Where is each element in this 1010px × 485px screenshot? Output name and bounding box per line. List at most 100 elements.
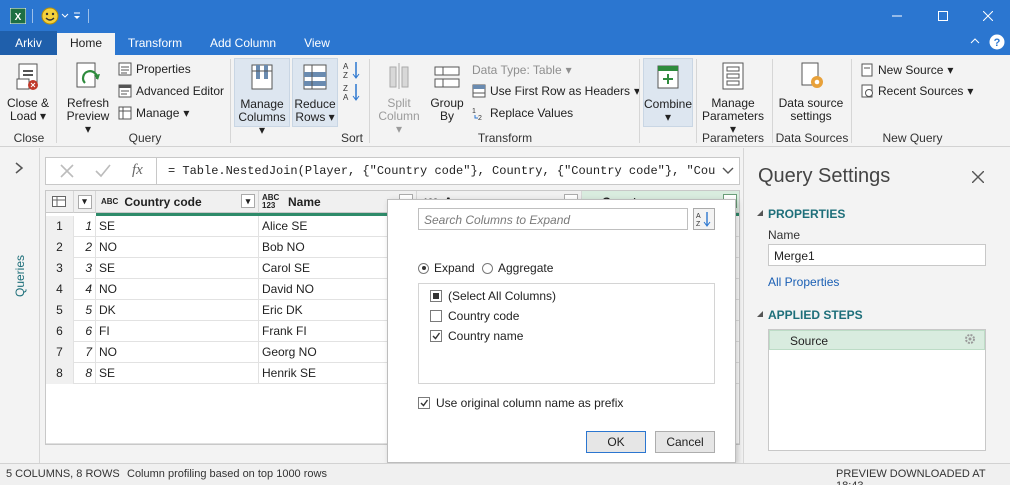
cell-country-code[interactable]: NO bbox=[96, 237, 259, 258]
properties-button[interactable]: Properties bbox=[118, 62, 191, 76]
combine-button[interactable]: Combine ▾ bbox=[643, 58, 693, 127]
tab-home[interactable]: Home bbox=[57, 33, 115, 55]
column-header-country-code[interactable]: ABC Country code ▾ bbox=[96, 191, 259, 213]
cell-country-code[interactable]: SE bbox=[96, 258, 259, 279]
table-menu-dropdown[interactable]: ▾ bbox=[74, 191, 96, 213]
close-load-button[interactable]: Close & Load ▾ bbox=[4, 61, 52, 127]
properties-collapse-icon[interactable] bbox=[756, 209, 764, 217]
cell-country-code[interactable]: SE bbox=[96, 363, 259, 384]
smiley-icon[interactable] bbox=[40, 0, 60, 31]
cell-country-code[interactable]: NO bbox=[96, 279, 259, 300]
separator bbox=[369, 59, 370, 143]
use-first-row-headers-button[interactable]: Use First Row as Headers ▾ bbox=[472, 84, 640, 98]
close-query-settings-icon[interactable] bbox=[972, 171, 984, 183]
formula-bar: fx = Table.NestedJoin(Player, {"Country … bbox=[45, 157, 740, 185]
advanced-editor-button[interactable]: Advanced Editor bbox=[118, 84, 224, 98]
checklist-checkbox[interactable] bbox=[430, 310, 442, 322]
smiley-dropdown-icon[interactable] bbox=[60, 0, 70, 31]
excel-icon[interactable]: X bbox=[8, 0, 28, 31]
queries-pane-label[interactable]: Queries bbox=[6, 236, 34, 316]
svg-text:Z: Z bbox=[343, 71, 348, 79]
sort-ascending-icon[interactable]: AZ bbox=[343, 61, 361, 79]
status-profiling[interactable]: Column profiling based on top 1000 rows bbox=[127, 468, 327, 480]
replace-values-button[interactable]: 12 Replace Values bbox=[472, 106, 573, 120]
tab-add-column[interactable]: Add Column bbox=[198, 31, 288, 55]
prefix-checkbox[interactable] bbox=[418, 397, 430, 409]
split-column-button[interactable]: Split Column ▾ bbox=[374, 61, 424, 136]
cell-country-code[interactable]: NO bbox=[96, 342, 259, 363]
aggregate-radio[interactable]: Aggregate bbox=[482, 261, 553, 275]
properties-icon bbox=[118, 62, 132, 76]
sort-descending-icon[interactable]: ZA bbox=[343, 83, 361, 101]
prefix-option[interactable]: Use original column name as prefix bbox=[418, 396, 623, 410]
search-columns-input[interactable]: Search Columns to Expand bbox=[418, 208, 688, 230]
refresh-preview-button[interactable]: Refresh Preview ▾ bbox=[62, 61, 114, 136]
row-index[interactable]: 7 bbox=[74, 342, 96, 363]
cancel-button[interactable]: Cancel bbox=[655, 431, 715, 453]
aggregate-radio-button[interactable] bbox=[482, 262, 493, 274]
tab-view[interactable]: View bbox=[294, 31, 340, 55]
group-close-label: Close bbox=[13, 131, 45, 145]
maximize-icon[interactable] bbox=[920, 0, 966, 31]
checklist-item[interactable]: Country name bbox=[430, 329, 523, 343]
expand-formula-icon[interactable] bbox=[722, 167, 734, 175]
expand-radio-button[interactable] bbox=[418, 262, 429, 274]
manage-parameters-button[interactable]: Manage Parameters ▾ bbox=[700, 61, 766, 136]
column-header-label: Country code bbox=[124, 194, 202, 209]
applied-steps-collapse-icon[interactable] bbox=[756, 310, 764, 318]
checklist-item[interactable]: (Select All Columns) bbox=[430, 289, 556, 303]
tab-transform[interactable]: Transform bbox=[118, 31, 192, 55]
recent-sources-button[interactable]: Recent Sources ▾ bbox=[860, 84, 973, 98]
svg-text:A: A bbox=[343, 62, 349, 71]
row-number: 3 bbox=[46, 258, 74, 279]
manage-columns-button[interactable]: Manage Columns ▾ bbox=[234, 58, 290, 137]
ok-button[interactable]: OK bbox=[586, 431, 646, 453]
close-icon[interactable] bbox=[966, 0, 1010, 31]
checklist-checkbox[interactable] bbox=[430, 290, 442, 302]
data-type-button[interactable]: Data Type: Table ▾ bbox=[472, 63, 572, 77]
cell-country-code[interactable]: SE bbox=[96, 216, 259, 237]
row-index[interactable]: 4 bbox=[74, 279, 96, 300]
new-source-button[interactable]: New Source ▾ bbox=[860, 63, 953, 77]
manage-columns-icon bbox=[247, 62, 277, 92]
data-source-settings-button[interactable]: Data source settings bbox=[776, 61, 846, 127]
applied-steps-list: Source bbox=[768, 329, 986, 451]
expand-queries-icon[interactable] bbox=[14, 162, 24, 174]
fx-icon[interactable]: fx bbox=[132, 162, 143, 179]
help-icon[interactable]: ? bbox=[989, 34, 1005, 50]
sort-az-icon[interactable]: AZ bbox=[693, 208, 715, 230]
table-menu-icon[interactable] bbox=[46, 191, 74, 213]
manage-button[interactable]: Manage ▾ bbox=[118, 106, 189, 120]
group-by-button[interactable]: Group By bbox=[426, 61, 468, 127]
step-source-label: Source bbox=[790, 334, 829, 348]
row-index[interactable]: 1 bbox=[74, 216, 96, 237]
row-index[interactable]: 6 bbox=[74, 321, 96, 342]
status-columns-rows: 5 COLUMNS, 8 ROWS bbox=[6, 468, 120, 480]
row-index[interactable]: 2 bbox=[74, 237, 96, 258]
collapse-ribbon-icon[interactable] bbox=[970, 37, 980, 45]
cancel-formula-icon[interactable] bbox=[60, 164, 74, 178]
tab-file[interactable]: Arkiv bbox=[0, 31, 57, 55]
commit-formula-icon[interactable] bbox=[95, 164, 111, 178]
minimize-icon[interactable] bbox=[874, 0, 920, 31]
cell-country-code[interactable]: DK bbox=[96, 300, 259, 321]
separator bbox=[56, 59, 57, 143]
checklist-item[interactable]: Country code bbox=[430, 309, 519, 323]
checklist-checkbox[interactable] bbox=[430, 330, 442, 342]
group-transform-label: Transform bbox=[477, 131, 533, 145]
formula-text[interactable]: = Table.NestedJoin(Player, {"Country cod… bbox=[168, 164, 716, 178]
cell-country-code[interactable]: FI bbox=[96, 321, 259, 342]
row-index[interactable]: 8 bbox=[74, 363, 96, 384]
row-index[interactable]: 3 bbox=[74, 258, 96, 279]
all-properties-link[interactable]: All Properties bbox=[768, 275, 839, 289]
row-index[interactable]: 5 bbox=[74, 300, 96, 321]
query-name-input[interactable]: Merge1 bbox=[768, 244, 986, 266]
reduce-rows-button[interactable]: Reduce Rows ▾ bbox=[292, 58, 338, 127]
column-filter-icon[interactable]: ▾ bbox=[241, 194, 255, 208]
expand-radio[interactable]: Expand bbox=[418, 261, 475, 275]
svg-text:?: ? bbox=[994, 37, 1001, 49]
step-settings-gear-icon[interactable] bbox=[964, 333, 976, 345]
quick-access-customize-icon[interactable] bbox=[72, 0, 82, 31]
applied-steps-section-title: APPLIED STEPS bbox=[768, 308, 863, 322]
step-source[interactable]: Source bbox=[769, 330, 985, 350]
